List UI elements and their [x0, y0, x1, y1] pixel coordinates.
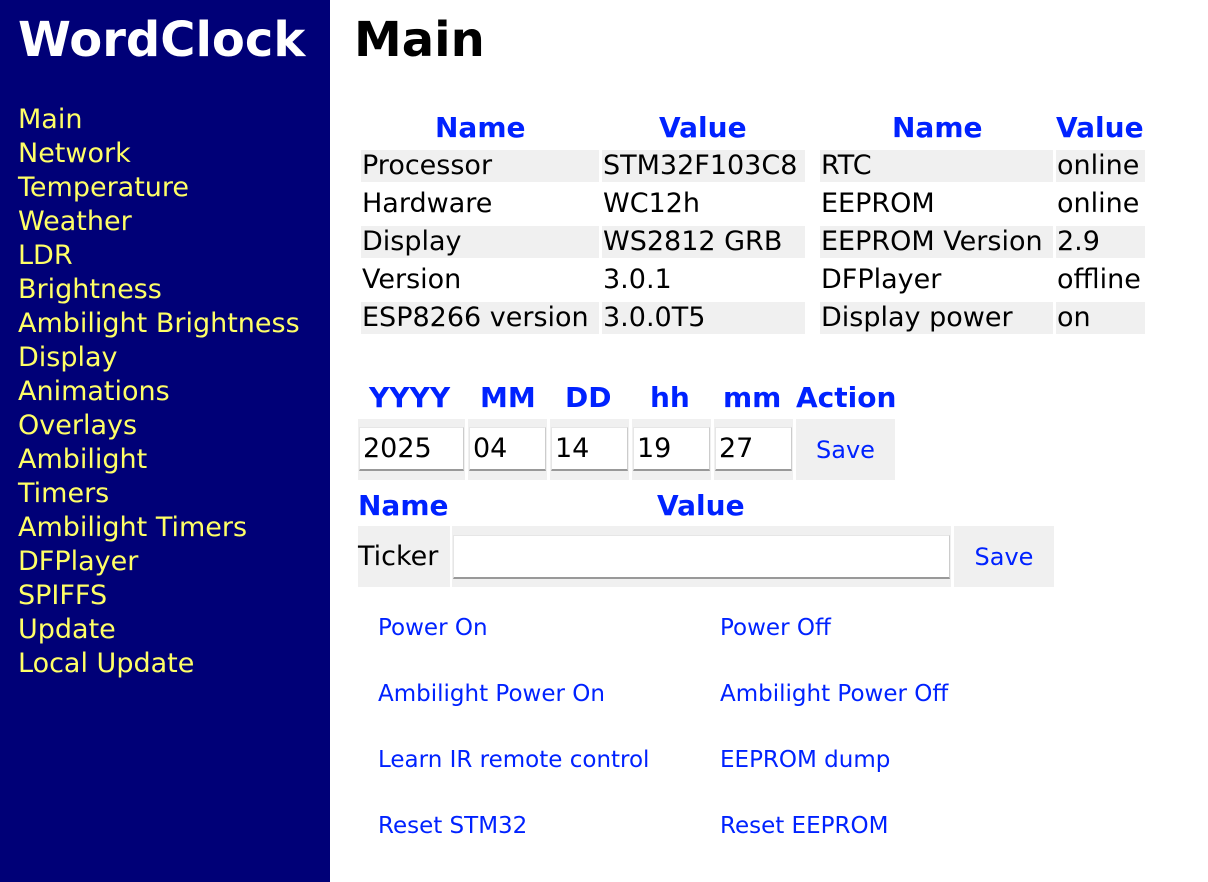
sidebar-item-weather[interactable]: Weather	[18, 205, 300, 239]
status-cell: Display	[361, 226, 599, 258]
year-input[interactable]	[359, 427, 464, 471]
status-cell: EEPROM Version	[820, 226, 1053, 258]
sidebar-item-network[interactable]: Network	[18, 137, 300, 171]
time-header-year: YYYY	[369, 381, 451, 414]
status-cell: 3.0.1	[603, 264, 672, 295]
sidebar-item-local-update[interactable]: Local Update	[18, 647, 300, 681]
status-cell: online	[1057, 188, 1140, 219]
status-header-name-1: Name	[435, 111, 526, 144]
status-cell: ESP8266 version	[361, 302, 599, 334]
sidebar-item-main[interactable]: Main	[18, 103, 300, 137]
status-cell: on	[1056, 302, 1145, 334]
status-cell: Version	[362, 264, 462, 295]
status-cell: Hardware	[362, 188, 493, 219]
sidebar: WordClock Main Network Temperature Weath…	[0, 0, 330, 882]
app-title: WordClock	[18, 12, 306, 68]
page-title: Main	[354, 12, 485, 68]
reset-stm32-link[interactable]: Reset STM32	[378, 811, 527, 841]
time-header-action: Action	[796, 381, 897, 414]
status-cell: Processor	[361, 150, 599, 182]
ticker-header-value: Value	[657, 489, 745, 522]
status-cell: DFPlayer	[821, 264, 942, 295]
sidebar-item-ldr[interactable]: LDR	[18, 239, 300, 273]
sidebar-item-animations[interactable]: Animations	[18, 375, 300, 409]
sidebar-item-update[interactable]: Update	[18, 613, 300, 647]
sidebar-item-ambilight-timers[interactable]: Ambilight Timers	[18, 511, 300, 545]
day-input[interactable]	[551, 427, 628, 471]
status-cell: Display power	[820, 302, 1053, 334]
save-time-button[interactable]: Save	[796, 419, 895, 480]
status-cell: online	[1056, 150, 1145, 182]
sidebar-item-ambilight[interactable]: Ambilight	[18, 443, 300, 477]
month-input[interactable]	[469, 427, 546, 471]
sidebar-item-spiffs[interactable]: SPIFFS	[18, 579, 300, 613]
status-header-value-2: Value	[1056, 111, 1144, 144]
learn-ir-remote-link[interactable]: Learn IR remote control	[378, 745, 649, 775]
status-cell: RTC	[820, 150, 1053, 182]
ambilight-power-on-link[interactable]: Ambilight Power On	[378, 679, 605, 709]
sidebar-item-brightness[interactable]: Brightness	[18, 273, 300, 307]
ticker-label: Ticker	[358, 526, 450, 587]
sidebar-nav: Main Network Temperature Weather LDR Bri…	[18, 103, 300, 681]
eeprom-dump-link[interactable]: EEPROM dump	[720, 745, 890, 775]
ambilight-power-off-link[interactable]: Ambilight Power Off	[720, 679, 948, 709]
status-cell: WS2812 GRB	[602, 226, 805, 258]
status-cell: 2.9	[1056, 226, 1145, 258]
status-cell: 3.0.0T5	[602, 302, 805, 334]
status-cell: WC12h	[603, 188, 701, 219]
status-cell: STM32F103C8	[602, 150, 805, 182]
save-ticker-button[interactable]: Save	[954, 526, 1054, 587]
time-header-hour: hh	[650, 381, 690, 414]
sidebar-item-dfplayer[interactable]: DFPlayer	[18, 545, 300, 579]
reset-eeprom-link[interactable]: Reset EEPROM	[720, 811, 888, 841]
sidebar-item-temperature[interactable]: Temperature	[18, 171, 300, 205]
status-header-value-1: Value	[659, 111, 747, 144]
time-header-month: MM	[480, 381, 536, 414]
time-header-minute: mm	[723, 381, 782, 414]
sidebar-item-ambilight-brightness[interactable]: Ambilight Brightness	[18, 307, 300, 341]
sidebar-item-overlays[interactable]: Overlays	[18, 409, 300, 443]
sidebar-item-display[interactable]: Display	[18, 341, 300, 375]
hour-input[interactable]	[633, 427, 710, 471]
sidebar-item-timers[interactable]: Timers	[18, 477, 300, 511]
power-on-link[interactable]: Power On	[378, 613, 488, 643]
status-header-name-2: Name	[892, 111, 983, 144]
ticker-header-name: Name	[358, 489, 449, 522]
status-cell: offline	[1057, 264, 1141, 295]
time-header-day: DD	[565, 381, 612, 414]
status-cell: EEPROM	[821, 188, 935, 219]
ticker-input[interactable]	[453, 535, 950, 579]
power-off-link[interactable]: Power Off	[720, 613, 831, 643]
minute-input[interactable]	[715, 427, 792, 471]
